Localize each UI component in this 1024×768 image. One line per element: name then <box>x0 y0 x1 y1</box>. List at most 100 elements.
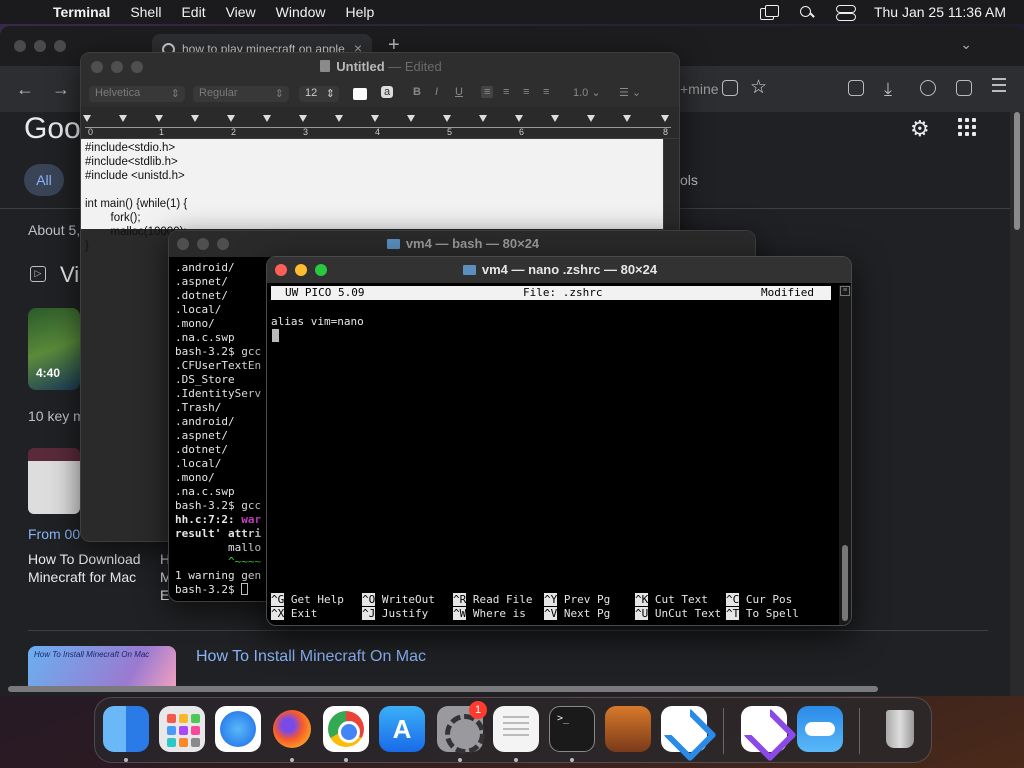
textedit-titlebar[interactable]: Untitled — Edited <box>81 53 679 81</box>
align-center-icon[interactable]: ≡ <box>503 86 509 98</box>
align-right-icon[interactable]: ≡ <box>523 86 529 98</box>
align-left-icon[interactable]: ≡ <box>481 86 494 98</box>
shortcut-read-file[interactable]: ^R Read File <box>453 593 532 607</box>
key-moments-label[interactable]: 10 key m <box>28 408 85 424</box>
result-thumbnail[interactable] <box>28 448 80 514</box>
visual-studio-icon[interactable] <box>741 706 787 752</box>
shortcut-justify[interactable]: ^J Justify <box>362 607 428 621</box>
search-tab-all[interactable]: All <box>24 164 64 196</box>
text-color-swatch[interactable] <box>353 88 367 100</box>
pocket-icon[interactable] <box>848 80 864 96</box>
ruler-tab-stop[interactable] <box>119 115 127 122</box>
browser-horizontal-scrollbar[interactable] <box>8 686 878 692</box>
firefox-icon[interactable] <box>269 706 315 752</box>
result-thumbnail[interactable]: How To Install Minecraft On Mac <box>28 646 176 686</box>
browser-menu-icon[interactable] <box>992 78 1006 96</box>
menu-clock[interactable]: Thu Jan 25 11:36 AM <box>874 4 1006 20</box>
font-style-select[interactable]: Regular ⇕ <box>193 86 289 102</box>
nano-editor-content[interactable]: alias vim=nano <box>271 315 364 329</box>
app-store-icon[interactable]: A <box>379 706 425 752</box>
ruler-tab-stop[interactable] <box>407 115 415 122</box>
search-tools-link[interactable]: ols <box>680 172 698 188</box>
ruler-tab-stop[interactable] <box>83 115 91 122</box>
screen-mirroring-icon[interactable] <box>759 5 779 20</box>
shortcut-get-help[interactable]: ^G Get Help <box>271 593 344 607</box>
ruler[interactable]: 0 1 2 3 4 5 6 8 <box>81 107 679 139</box>
bash-output[interactable]: .android/.aspnet/.dotnet/.local/.mono/.n… <box>175 261 261 597</box>
nano-terminal-window[interactable]: vm4 — nano .zshrc — 80×24 UW PICO 5.09 F… <box>266 256 852 626</box>
bookmark-star-icon[interactable]: ☆ <box>750 76 767 99</box>
ruler-tab-stop[interactable] <box>227 115 235 122</box>
ruler-tab-stop[interactable] <box>299 115 307 122</box>
terminal-icon[interactable]: >_ <box>549 706 595 752</box>
menu-app-name[interactable]: Terminal <box>53 4 110 20</box>
google-apps-icon[interactable] <box>958 118 976 136</box>
result-title[interactable]: How To Download Minecraft for Mac <box>28 550 158 586</box>
spotlight-search-icon[interactable] <box>798 5 816 19</box>
weather-icon[interactable] <box>797 706 843 752</box>
downloads-icon[interactable]: ⤓ <box>884 79 892 100</box>
shortcut-prev-page[interactable]: ^Y Prev Pg <box>544 593 610 607</box>
from-timestamp[interactable]: From 00 <box>28 526 80 542</box>
nano-titlebar[interactable]: vm4 — nano .zshrc — 80×24 <box>267 257 851 283</box>
font-family-select[interactable]: Helvetica ⇕ <box>89 86 185 102</box>
ruler-tab-stop[interactable] <box>191 115 199 122</box>
ruler-tab-stop[interactable] <box>551 115 559 122</box>
garageband-icon[interactable] <box>605 706 651 752</box>
back-arrow-icon[interactable]: ← <box>16 79 34 100</box>
chrome-icon[interactable] <box>323 706 369 752</box>
shortcut-exit[interactable]: ^X Exit <box>271 607 317 621</box>
ruler-tab-stop[interactable] <box>263 115 271 122</box>
scrollbar-thumb[interactable] <box>842 545 848 621</box>
video-thumbnail[interactable]: 4:40 <box>28 308 80 390</box>
extensions-icon[interactable] <box>956 80 972 96</box>
font-size-select[interactable]: 12 ⇕ <box>299 86 339 102</box>
launchpad-icon[interactable] <box>159 706 205 752</box>
ruler-tab-stop[interactable] <box>155 115 163 122</box>
highlight-color-icon[interactable]: a <box>381 86 394 98</box>
browser-zoom-button[interactable] <box>54 40 66 52</box>
bash-titlebar[interactable]: vm4 — bash — 80×24 <box>169 231 755 257</box>
ruler-tab-stop[interactable] <box>335 115 343 122</box>
settings-gear-icon[interactable]: ⚙ <box>910 116 930 142</box>
italic-icon[interactable]: I <box>435 86 438 98</box>
account-icon[interactable] <box>920 80 936 96</box>
browser-close-button[interactable] <box>14 40 26 52</box>
ruler-tab-stop[interactable] <box>443 115 451 122</box>
result-link[interactable]: How To Install Minecraft On Mac <box>196 648 426 666</box>
share-icon[interactable] <box>722 80 738 96</box>
ruler-tab-stop[interactable] <box>623 115 631 122</box>
menu-view[interactable]: View <box>226 4 256 20</box>
shortcut-cut-text[interactable]: ^K Cut Text <box>635 593 708 607</box>
control-center-icon[interactable] <box>835 5 856 21</box>
textedit-icon[interactable] <box>493 706 539 752</box>
shortcut-next-page[interactable]: ^V Next Pg <box>544 607 610 621</box>
ruler-tab-stop[interactable] <box>515 115 523 122</box>
shortcut-cur-pos[interactable]: ^C Cur Pos <box>726 593 792 607</box>
bold-icon[interactable]: B <box>413 86 421 98</box>
justify-icon[interactable]: ≡ <box>543 86 549 98</box>
shortcut-where-is[interactable]: ^W Where is <box>453 607 526 621</box>
ruler-tab-stop[interactable] <box>587 115 595 122</box>
trash-icon[interactable] <box>877 706 923 752</box>
tab-search-chevron-icon[interactable]: ⌄ <box>960 36 972 53</box>
browser-minimize-button[interactable] <box>34 40 46 52</box>
menu-window[interactable]: Window <box>276 4 326 20</box>
textedit-page[interactable]: #include<stdio.h> #include<stdlib.h> #in… <box>81 139 663 252</box>
scroll-up-icon[interactable]: ≡ <box>840 286 850 296</box>
list-bullets-icon[interactable]: ☰ ⌄ <box>619 86 641 99</box>
ruler-tab-stop[interactable] <box>661 115 669 122</box>
underline-icon[interactable]: U <box>455 86 463 98</box>
ruler-tab-stop[interactable] <box>479 115 487 122</box>
safari-icon[interactable] <box>215 706 261 752</box>
shortcut-uncut-text[interactable]: ^U UnCut Text <box>635 607 721 621</box>
line-spacing-select[interactable]: 1.0 ⌄ <box>573 86 601 99</box>
menu-help[interactable]: Help <box>345 4 374 20</box>
menu-edit[interactable]: Edit <box>181 4 205 20</box>
scrollbar-thumb[interactable] <box>1014 112 1020 230</box>
shortcut-writeout[interactable]: ^O WriteOut <box>362 593 435 607</box>
nano-scrollbar[interactable]: ≡ <box>839 285 851 625</box>
shortcut-to-spell[interactable]: ^T To Spell <box>726 607 799 621</box>
vscode-icon[interactable] <box>661 706 707 752</box>
finder-icon[interactable] <box>103 706 149 752</box>
